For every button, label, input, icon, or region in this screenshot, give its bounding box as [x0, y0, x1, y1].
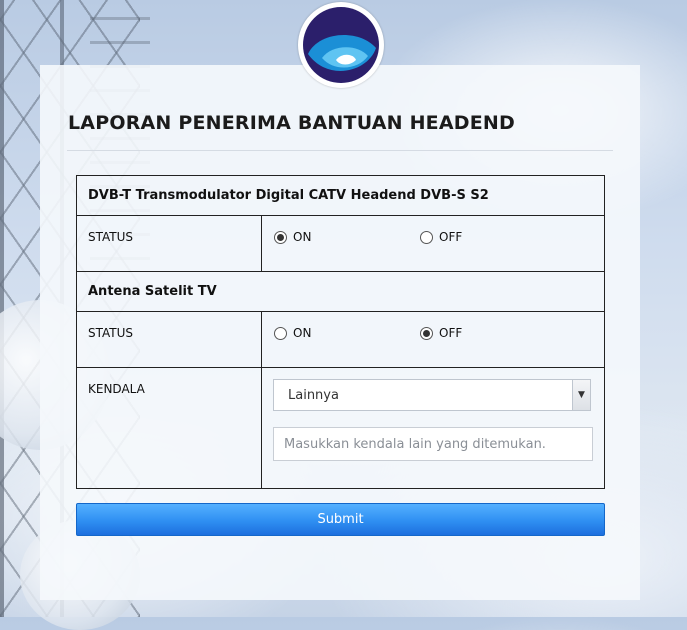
- kendala-other-input[interactable]: [273, 427, 593, 461]
- kominfo-logo-icon: [298, 2, 384, 88]
- kendala-fields: Lainnya ▼: [261, 367, 605, 489]
- page-title: LAPORAN PENERIMA BANTUAN HEADEND: [68, 112, 515, 134]
- status-options-antena: ON OFF: [261, 311, 605, 368]
- radio-antena-off[interactable]: OFF: [420, 326, 462, 340]
- radio-unchecked-icon[interactable]: [420, 230, 433, 244]
- report-form-table: DVB-T Transmodulator Digital CATV Headen…: [76, 175, 605, 489]
- chevron-down-icon[interactable]: ▼: [572, 380, 590, 410]
- kendala-label: KENDALA: [76, 367, 262, 489]
- kendala-select[interactable]: Lainnya ▼: [273, 379, 591, 411]
- radio-label: ON: [293, 326, 312, 340]
- radio-label: ON: [293, 230, 312, 244]
- radio-transmodulator-off[interactable]: OFF: [420, 230, 462, 244]
- status-options-transmodulator: ON OFF: [261, 215, 605, 272]
- radio-label: OFF: [439, 326, 463, 340]
- radio-checked-icon[interactable]: [420, 326, 433, 340]
- section-title-antena: Antena Satelit TV: [76, 271, 605, 312]
- divider: [67, 150, 613, 151]
- radio-label: OFF: [439, 230, 463, 244]
- radio-unchecked-icon[interactable]: [274, 326, 287, 340]
- status-label: STATUS: [76, 311, 262, 368]
- radio-transmodulator-on[interactable]: ON: [274, 230, 311, 244]
- section-title-transmodulator: DVB-T Transmodulator Digital CATV Headen…: [76, 175, 605, 216]
- radio-checked-icon[interactable]: [274, 230, 287, 244]
- radio-antena-on[interactable]: ON: [274, 326, 311, 340]
- submit-button[interactable]: Submit: [76, 503, 605, 536]
- kendala-select-value: Lainnya: [288, 388, 339, 403]
- status-label: STATUS: [76, 215, 262, 272]
